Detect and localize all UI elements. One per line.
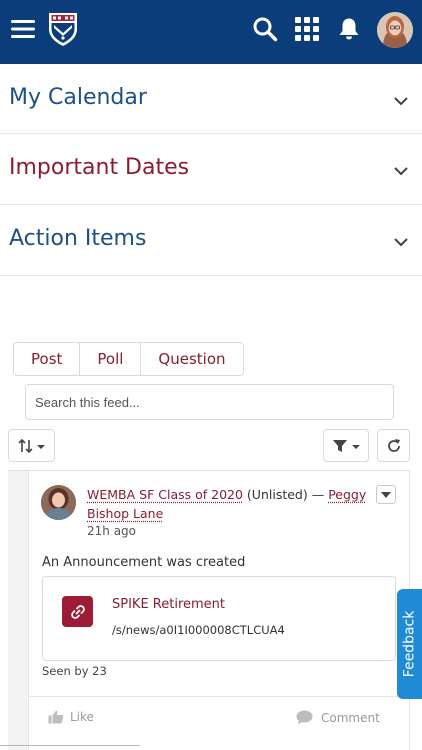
post-timestamp[interactable]: 21h ago (87, 524, 136, 538)
caret-down-icon (381, 491, 391, 498)
apps-grid-icon[interactable] (293, 15, 321, 43)
filter-button[interactable] (323, 429, 369, 462)
link-url: /s/news/a0I1I000008CTLCUA4 (112, 623, 285, 637)
bell-icon[interactable] (336, 15, 362, 43)
publisher-tabs: Post Poll Question (13, 342, 244, 376)
feedback-button[interactable]: Feedback (397, 589, 422, 699)
section-important-dates[interactable]: Important Dates (0, 134, 422, 205)
section-title: Action Items (9, 226, 147, 251)
sort-arrows-icon (17, 438, 45, 453)
group-status: (Unlisted) — (246, 487, 325, 502)
section-my-calendar[interactable]: My Calendar (0, 64, 422, 134)
group-link[interactable]: WEMBA SF Class of 2020 (87, 487, 243, 502)
penn-shield-logo[interactable] (46, 10, 80, 48)
filter-icon (333, 439, 360, 452)
seen-by-count[interactable]: Seen by 23 (42, 664, 107, 678)
tab-post[interactable]: Post (14, 343, 81, 375)
comment-bubble-icon (296, 710, 313, 725)
feed-search-input[interactable] (25, 384, 394, 420)
post-body: An Announcement was created (42, 555, 246, 570)
section-action-items[interactable]: Action Items (0, 205, 422, 276)
link-icon (62, 596, 93, 627)
divider (0, 745, 140, 746)
refresh-icon (387, 438, 400, 452)
link-attachment-card[interactable]: SPIKE Retirement /s/news/a0I1I000008CTLC… (42, 576, 396, 661)
link-title[interactable]: SPIKE Retirement (112, 597, 225, 612)
user-avatar[interactable] (377, 12, 413, 48)
tab-poll[interactable]: Poll (80, 343, 142, 375)
refresh-button[interactable] (377, 429, 410, 462)
sort-button[interactable] (8, 429, 55, 462)
search-icon[interactable] (250, 14, 280, 44)
section-title: My Calendar (9, 85, 147, 110)
like-label: Like (70, 710, 94, 724)
author-avatar[interactable] (41, 485, 76, 520)
like-button[interactable]: Like (48, 710, 94, 724)
comment-button[interactable]: Comment (296, 710, 380, 725)
menu-icon[interactable] (10, 16, 36, 42)
section-title: Important Dates (9, 155, 190, 180)
feedback-label: Feedback (401, 610, 418, 678)
tab-question[interactable]: Question (141, 343, 242, 375)
chevron-down-icon[interactable] (392, 233, 410, 251)
post-menu-button[interactable] (376, 485, 396, 504)
thumbs-up-icon (48, 710, 64, 724)
comment-label: Comment (321, 710, 380, 725)
chevron-down-icon[interactable] (392, 92, 410, 110)
post-header: WEMBA SF Class of 2020 (Unlisted) — Pegg… (87, 485, 367, 523)
chevron-down-icon[interactable] (392, 162, 410, 180)
